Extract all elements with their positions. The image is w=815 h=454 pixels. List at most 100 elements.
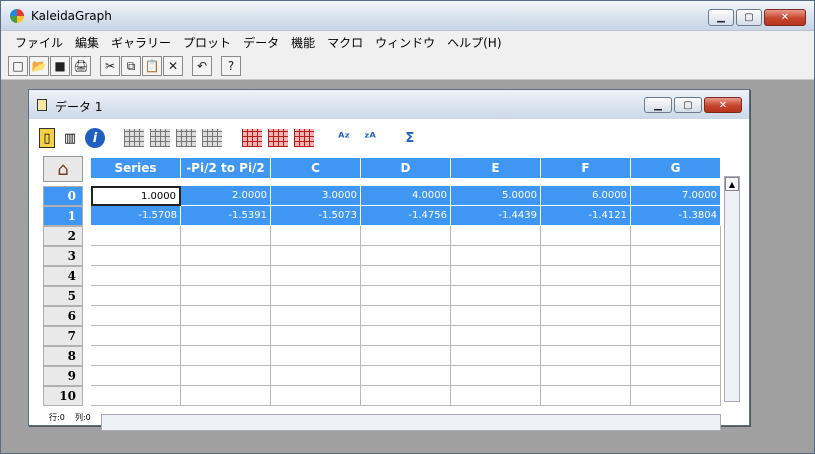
- table-cell[interactable]: [361, 326, 451, 346]
- table-cell[interactable]: [361, 266, 451, 286]
- row-number[interactable]: 2: [43, 226, 83, 246]
- data-window-minimize-button[interactable]: ▁: [644, 97, 672, 113]
- table-cell[interactable]: [271, 266, 361, 286]
- insert-row-icon[interactable]: [175, 127, 197, 149]
- table-cell[interactable]: [631, 246, 721, 266]
- table-cell[interactable]: [541, 226, 631, 246]
- table-cell[interactable]: [181, 346, 271, 366]
- menu-item-5[interactable]: 機能: [285, 34, 321, 51]
- table-cell[interactable]: [91, 306, 181, 326]
- table-cell[interactable]: -1.5708: [91, 206, 181, 226]
- row-number[interactable]: 4: [43, 266, 83, 286]
- table-cell[interactable]: [271, 346, 361, 366]
- notes-icon[interactable]: ▯: [39, 128, 55, 148]
- table-cell[interactable]: [271, 326, 361, 346]
- row-number[interactable]: 6: [43, 306, 83, 326]
- row-number[interactable]: 5: [43, 286, 83, 306]
- sum-icon[interactable]: Σ: [399, 127, 421, 149]
- info-icon[interactable]: i: [85, 128, 105, 148]
- column-header-0[interactable]: Series: [91, 158, 181, 178]
- maximize-button[interactable]: ▢: [736, 9, 762, 26]
- menu-item-3[interactable]: プロット: [177, 34, 237, 51]
- insert-column-icon[interactable]: [123, 127, 145, 149]
- table-cell[interactable]: [631, 306, 721, 326]
- plot-icon[interactable]: ▥: [59, 127, 81, 149]
- table-cell[interactable]: [271, 306, 361, 326]
- column-header-3[interactable]: D: [361, 158, 451, 178]
- table-cell[interactable]: [541, 366, 631, 386]
- table-cell[interactable]: [91, 266, 181, 286]
- copy-icon[interactable]: ⧉: [121, 56, 141, 76]
- new-document-icon[interactable]: □: [8, 56, 28, 76]
- table-cell[interactable]: [181, 366, 271, 386]
- table-cell[interactable]: 1.0000: [91, 186, 181, 206]
- table-cell[interactable]: [91, 286, 181, 306]
- row-number[interactable]: 3: [43, 246, 83, 266]
- table-cell[interactable]: [91, 346, 181, 366]
- table-cell[interactable]: [271, 246, 361, 266]
- table-cell[interactable]: 6.0000: [541, 186, 631, 206]
- table-cell[interactable]: [181, 326, 271, 346]
- row-number[interactable]: 9: [43, 366, 83, 386]
- table-cell[interactable]: [451, 386, 541, 406]
- open-folder-icon[interactable]: 📂: [29, 56, 49, 76]
- table-cell[interactable]: [541, 386, 631, 406]
- row-number[interactable]: 10: [43, 386, 83, 406]
- table-cell[interactable]: [271, 366, 361, 386]
- table-cell[interactable]: [181, 286, 271, 306]
- table-cell[interactable]: [451, 346, 541, 366]
- table-cell[interactable]: [91, 246, 181, 266]
- table-cell[interactable]: [451, 286, 541, 306]
- table-cell[interactable]: [631, 346, 721, 366]
- column-header-4[interactable]: E: [451, 158, 541, 178]
- table-cell[interactable]: [271, 226, 361, 246]
- menu-item-0[interactable]: ファイル: [9, 34, 69, 51]
- table-cell[interactable]: [181, 226, 271, 246]
- table-cell[interactable]: [631, 326, 721, 346]
- table-cell[interactable]: [631, 366, 721, 386]
- table-cell[interactable]: [271, 286, 361, 306]
- row-number[interactable]: 0: [43, 186, 83, 206]
- grid-red-3-icon[interactable]: [293, 127, 315, 149]
- table-cell[interactable]: [91, 386, 181, 406]
- table-cell[interactable]: [451, 246, 541, 266]
- table-cell[interactable]: [91, 226, 181, 246]
- table-cell[interactable]: 2.0000: [181, 186, 271, 206]
- table-cell[interactable]: [181, 246, 271, 266]
- table-cell[interactable]: [631, 286, 721, 306]
- menu-item-7[interactable]: ウィンドウ: [369, 34, 441, 51]
- table-cell[interactable]: -1.3804: [631, 206, 721, 226]
- table-cell[interactable]: [361, 286, 451, 306]
- table-cell[interactable]: [271, 386, 361, 406]
- table-cell[interactable]: -1.4756: [361, 206, 451, 226]
- table-cell[interactable]: -1.4439: [451, 206, 541, 226]
- print-icon[interactable]: 🖨: [71, 56, 91, 76]
- table-cell[interactable]: [541, 246, 631, 266]
- table-cell[interactable]: 5.0000: [451, 186, 541, 206]
- menu-item-2[interactable]: ギャラリー: [105, 34, 177, 51]
- vertical-scrollbar[interactable]: ▲: [724, 176, 740, 402]
- table-cell[interactable]: [541, 346, 631, 366]
- menu-item-6[interactable]: マクロ: [321, 34, 369, 51]
- column-header-5[interactable]: F: [541, 158, 631, 178]
- sort-za-icon[interactable]: ᶻᴬ: [359, 127, 381, 149]
- row-number[interactable]: 7: [43, 326, 83, 346]
- menu-item-1[interactable]: 編集: [69, 34, 105, 51]
- table-cell[interactable]: [91, 326, 181, 346]
- table-cell[interactable]: -1.4121: [541, 206, 631, 226]
- table-cell[interactable]: [361, 346, 451, 366]
- sort-az-icon[interactable]: ᴬᶻ: [333, 127, 355, 149]
- grid-red-2-icon[interactable]: [267, 127, 289, 149]
- minimize-button[interactable]: ▁: [708, 9, 734, 26]
- table-cell[interactable]: [541, 286, 631, 306]
- table-cell[interactable]: [631, 226, 721, 246]
- cut-icon[interactable]: ✂: [100, 56, 120, 76]
- table-cell[interactable]: [361, 366, 451, 386]
- table-cell[interactable]: [451, 326, 541, 346]
- table-cell[interactable]: [181, 266, 271, 286]
- table-cell[interactable]: [361, 246, 451, 266]
- delete-icon[interactable]: ✕: [163, 56, 183, 76]
- table-cell[interactable]: [361, 306, 451, 326]
- close-button[interactable]: ✕: [764, 9, 806, 26]
- column-header-1[interactable]: -Pi/2 to Pi/2: [181, 158, 271, 178]
